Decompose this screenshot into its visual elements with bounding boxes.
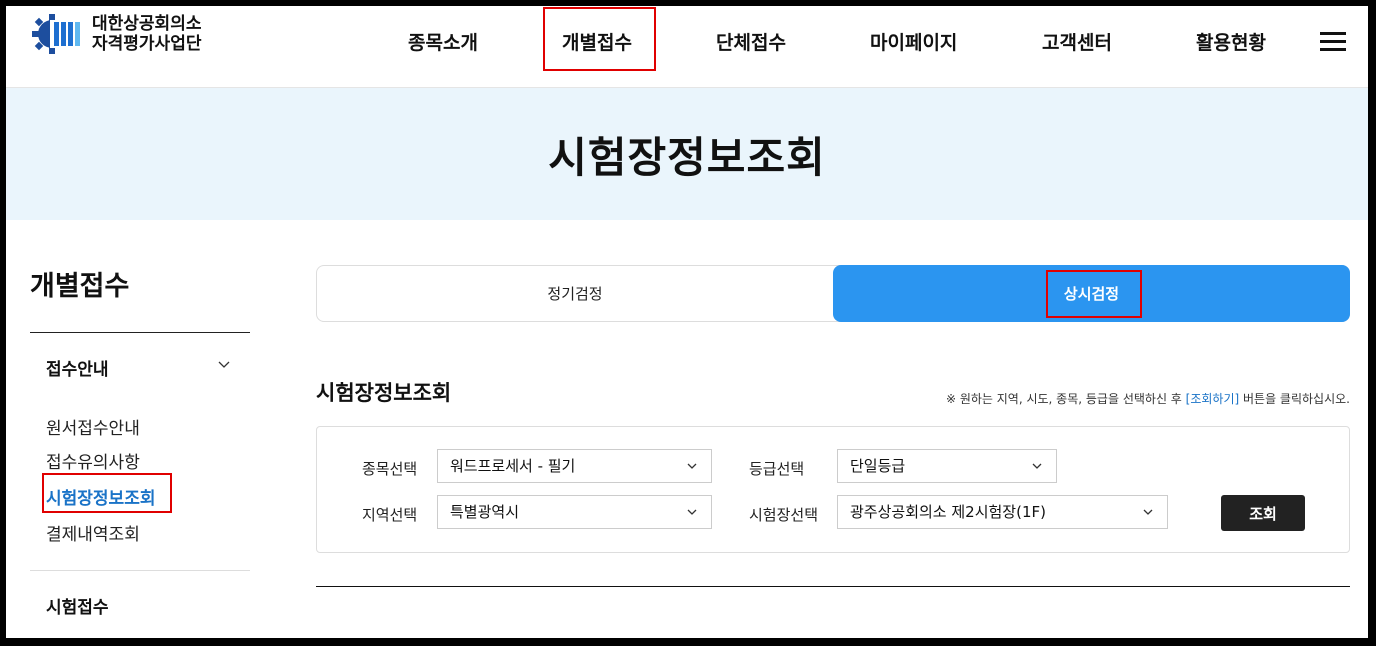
sidebar-item-application-guide[interactable]: 원서접수안내 [46,414,140,439]
nav-item-usage[interactable]: 활용현황 [1196,28,1266,55]
subject-label: 종목선택 [362,460,418,478]
page-title: 시험장정보조회 [548,132,826,182]
region-label: 지역선택 [362,506,418,524]
sidebar-divider-2 [30,570,250,571]
menu-icon[interactable] [1320,32,1346,52]
section-note: ※ 원하는 지역, 시도, 종목, 등급을 선택하신 후 [조회하기] 버튼을 … [946,390,1350,407]
header: 대한상공회의소 자격평가사업단 종목소개 개별접수 단체접수 마이페이지 고객센… [6,6,1368,88]
venue-label: 시험장선택 [749,506,819,524]
chevron-down-icon [1032,463,1042,469]
note-text-end: 버튼을 클릭하십시오. [1239,392,1350,406]
sidebar-group-exam[interactable]: 시험접수 [46,593,109,618]
note-link-text: [조회하기] [1185,392,1240,406]
logo-line2: 자격평가사업단 [92,34,202,54]
sidebar-item-payment-history[interactable]: 결제내역조회 [46,520,140,545]
venue-select[interactable]: 광주상공회의소 제2시험장(1F) [837,495,1168,529]
page: 대한상공회의소 자격평가사업단 종목소개 개별접수 단체접수 마이페이지 고객센… [6,6,1368,638]
nav-item-support[interactable]: 고객센터 [1042,28,1112,55]
grade-select[interactable]: 단일등급 [837,449,1057,483]
logo[interactable]: 대한상공회의소 자격평가사업단 [30,12,201,56]
grade-label: 등급선택 [749,460,805,478]
subject-select-value: 워드프로세서 - 필기 [450,457,576,475]
exam-type-tabs: 정기검정 상시검정 [316,265,1350,322]
nav-highlight-box [543,7,656,71]
sidebar-title: 개별접수 [30,271,130,302]
subject-select[interactable]: 워드프로세서 - 필기 [437,449,712,483]
tab-regular[interactable]: 정기검정 [317,266,833,321]
nav-item-group[interactable]: 단체접수 [716,28,786,55]
logo-gear-icon [30,12,88,56]
section-divider [316,586,1350,587]
tab-highlight-box [1046,270,1142,318]
nav-item-mypage[interactable]: 마이페이지 [870,28,957,55]
logo-line1: 대한상공회의소 [92,14,202,34]
venue-select-value: 광주상공회의소 제2시험장(1F) [850,503,1046,521]
sidebar-highlight-box [42,473,172,513]
chevron-down-icon [687,463,697,469]
search-button[interactable]: 조회 [1221,495,1305,531]
sidebar-item-notice[interactable]: 접수유의사항 [46,448,140,473]
chevron-down-icon[interactable] [218,358,230,370]
chevron-down-icon [1143,509,1153,515]
note-text: ※ 원하는 지역, 시도, 종목, 등급을 선택하신 후 [945,392,1186,406]
sidebar-group-guide[interactable]: 접수안내 [46,355,109,380]
region-select[interactable]: 특별광역시 [437,495,712,529]
section-title: 시험장정보조회 [316,381,452,405]
nav-item-subjects[interactable]: 종목소개 [408,28,478,55]
sidebar-divider [30,332,250,333]
page-banner: 시험장정보조회 [6,88,1368,220]
region-select-value: 특별광역시 [450,503,520,521]
search-form: 종목선택 워드프로세서 - 필기 등급선택 단일등급 지역선택 특별광역시 시험… [316,426,1350,553]
chevron-down-icon [687,509,697,515]
grade-select-value: 단일등급 [850,457,906,475]
